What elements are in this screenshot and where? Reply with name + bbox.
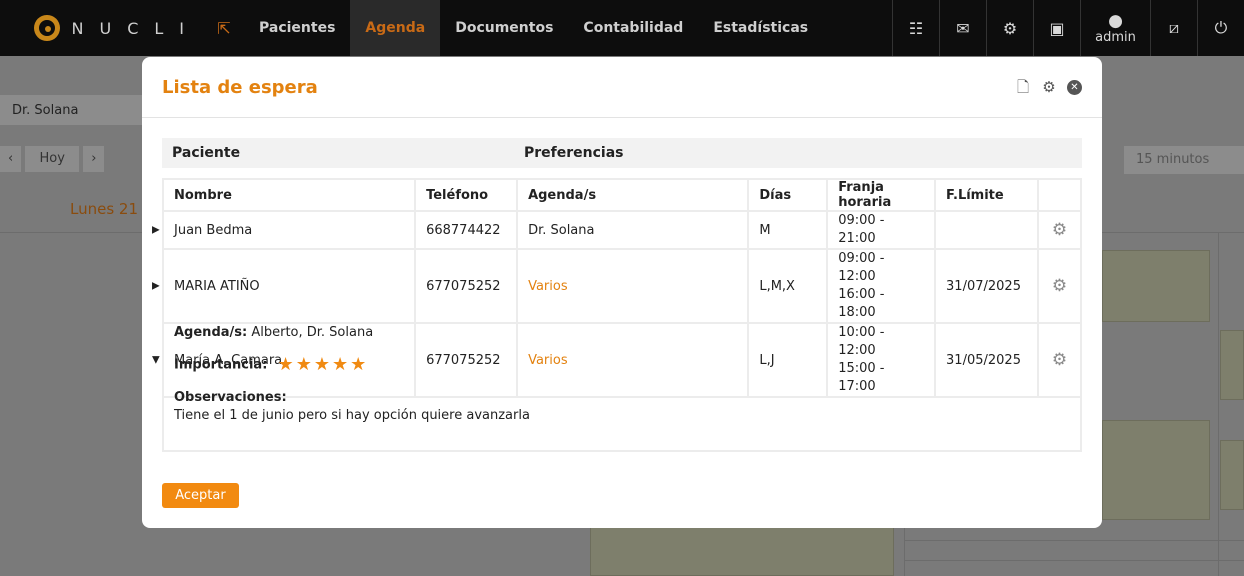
- calendar-appointment-block[interactable]: [1102, 250, 1210, 322]
- gear-icon[interactable]: ⚙: [1041, 79, 1057, 95]
- settings-gear-icon[interactable]: ⚙: [986, 0, 1033, 56]
- calendar-appointment-block[interactable]: [1220, 440, 1244, 510]
- detail-observaciones: Observaciones: Tiene el 1 de junio pero …: [174, 389, 1070, 425]
- today-button[interactable]: Hoy: [25, 146, 80, 172]
- cell-agenda-link[interactable]: Varios: [516, 248, 750, 324]
- open-external-icon[interactable]: ⇱: [204, 19, 244, 38]
- detail-agendas: Agenda/s: Alberto, Dr. Solana: [174, 324, 1070, 342]
- column-header-agenda[interactable]: Agenda/s: [516, 178, 750, 212]
- detail-agendas-value: Alberto, Dr. Solana: [251, 325, 374, 340]
- column-header-dias[interactable]: Días: [747, 178, 829, 212]
- day-header: Lunes 21 j: [70, 200, 147, 218]
- logo-text: NUCLI: [71, 18, 200, 38]
- nav-pacientes[interactable]: Pacientes: [244, 0, 350, 56]
- table-row[interactable]: ▶ Juan Bedma 668774422 Dr. Solana M 09:0…: [152, 210, 1083, 250]
- cell-nombre: ▶ MARIA ATIÑO: [152, 248, 417, 324]
- calendar-appointment-block[interactable]: [1102, 420, 1210, 520]
- cell-telefono: 677075252: [414, 248, 519, 324]
- prev-day-button[interactable]: ‹: [0, 146, 22, 172]
- toolbar-right: ☷ ✉ ⚙ ▣ ● admin ⧄ ⏻: [892, 0, 1244, 56]
- time-range: 09:00 - 12:00: [838, 251, 885, 284]
- table-header-row: Nombre Teléfono Agenda/s Días Franja hor…: [161, 178, 1083, 212]
- star-icon[interactable]: ★: [296, 356, 312, 374]
- modal-title: Lista de espera: [162, 76, 318, 98]
- nav-contabilidad[interactable]: Contabilidad: [568, 0, 698, 56]
- column-header-telefono[interactable]: Teléfono: [414, 178, 519, 212]
- nav-estadisticas[interactable]: Estadísticas: [698, 0, 823, 56]
- calendar-appointment-block[interactable]: [590, 520, 894, 576]
- detail-agendas-label: Agenda/s:: [174, 325, 248, 340]
- patient-name: Juan Bedma: [174, 222, 253, 238]
- row-detail-panel: Agenda/s: Alberto, Dr. Solana Importanci…: [162, 314, 1082, 452]
- column-header-limite[interactable]: F.Límite: [934, 178, 1039, 212]
- expand-triangle-icon[interactable]: ▶: [152, 281, 162, 292]
- detail-importancia: Importancia: ★ ★ ★ ★ ★: [174, 356, 1070, 375]
- section-header: Paciente Preferencias: [162, 138, 1082, 168]
- star-icon[interactable]: ★: [314, 356, 330, 374]
- calendar-row-line: [904, 540, 1244, 541]
- contacts-icon[interactable]: ▣: [1033, 0, 1080, 56]
- close-icon[interactable]: ✕: [1067, 79, 1082, 95]
- mail-icon[interactable]: ✉: [939, 0, 986, 56]
- calendar-appointment-block[interactable]: [1220, 330, 1244, 400]
- interval-select[interactable]: 15 minutos: [1124, 146, 1244, 174]
- cell-limite: [934, 210, 1039, 250]
- user-name: admin: [1095, 29, 1136, 45]
- doctor-select[interactable]: Dr. Solana: [0, 95, 150, 125]
- app-logo[interactable]: NUCLI: [0, 15, 200, 41]
- nav-agenda[interactable]: Agenda: [350, 0, 441, 56]
- modal-actions: 🗋 ⚙ ✕: [1015, 79, 1082, 95]
- nav-documentos[interactable]: Documentos: [440, 0, 568, 56]
- detail-importancia-label: Importancia:: [174, 357, 268, 373]
- main-nav: Pacientes Agenda Documentos Contabilidad…: [244, 0, 823, 56]
- table-row[interactable]: ▶ MARIA ATIÑO 677075252 Varios L,M,X 09:…: [152, 248, 1083, 324]
- modal-header: Lista de espera 🗋 ⚙ ✕: [142, 57, 1102, 118]
- next-day-button[interactable]: ›: [83, 146, 105, 172]
- date-navigation: ‹ Hoy ›: [0, 146, 105, 172]
- list-view-icon[interactable]: ☷: [892, 0, 939, 56]
- cell-agenda: Dr. Solana: [516, 210, 750, 250]
- user-icon: ●: [1108, 10, 1123, 31]
- detail-observaciones-text: Tiene el 1 de junio pero si hay opción q…: [174, 407, 530, 423]
- section-paciente: Paciente: [172, 145, 241, 161]
- calendar-row-line: [904, 560, 1244, 561]
- calendar-column-divider: [1218, 232, 1219, 576]
- cell-franja: 09:00 - 21:00: [826, 210, 937, 250]
- section-preferencias: Preferencias: [524, 145, 624, 161]
- edit-icon[interactable]: ⧄: [1150, 0, 1197, 56]
- row-gear-icon[interactable]: ⚙: [1036, 248, 1083, 324]
- column-header-franja[interactable]: Franja horaria: [826, 178, 937, 212]
- detail-observaciones-label: Observaciones:: [174, 389, 287, 405]
- collapse-triangle-icon[interactable]: ▼: [152, 355, 162, 366]
- star-icon[interactable]: ★: [350, 356, 366, 374]
- cell-franja: 09:00 - 12:00 16:00 - 18:00: [826, 248, 937, 324]
- cell-dias: M: [747, 210, 829, 250]
- expand-triangle-icon[interactable]: ▶: [152, 225, 162, 236]
- power-icon[interactable]: ⏻: [1197, 0, 1244, 56]
- row-gear-icon[interactable]: ⚙: [1036, 210, 1083, 250]
- column-header-actions: [1036, 178, 1083, 212]
- cell-telefono: 668774422: [414, 210, 519, 250]
- logo-mark-icon: [34, 15, 60, 41]
- time-range: 09:00 - 21:00: [838, 213, 885, 246]
- waiting-list-modal: Lista de espera 🗋 ⚙ ✕ Paciente Preferenc…: [142, 57, 1102, 528]
- star-icon[interactable]: ★: [332, 356, 348, 374]
- cell-limite: 31/07/2025: [934, 248, 1039, 324]
- top-navigation-bar: NUCLI ⇱ Pacientes Agenda Documentos Cont…: [0, 0, 1244, 56]
- patient-name: MARIA ATIÑO: [174, 278, 260, 294]
- cell-nombre: ▶ Juan Bedma: [152, 210, 417, 250]
- new-entry-icon[interactable]: 🗋: [1015, 79, 1031, 95]
- star-icon[interactable]: ★: [278, 356, 294, 374]
- importance-rating: ★ ★ ★ ★ ★: [278, 356, 367, 374]
- user-menu[interactable]: ● admin: [1080, 0, 1150, 56]
- column-header-nombre[interactable]: Nombre: [161, 178, 417, 212]
- cell-dias: L,M,X: [747, 248, 829, 324]
- accept-button[interactable]: Aceptar: [162, 483, 239, 508]
